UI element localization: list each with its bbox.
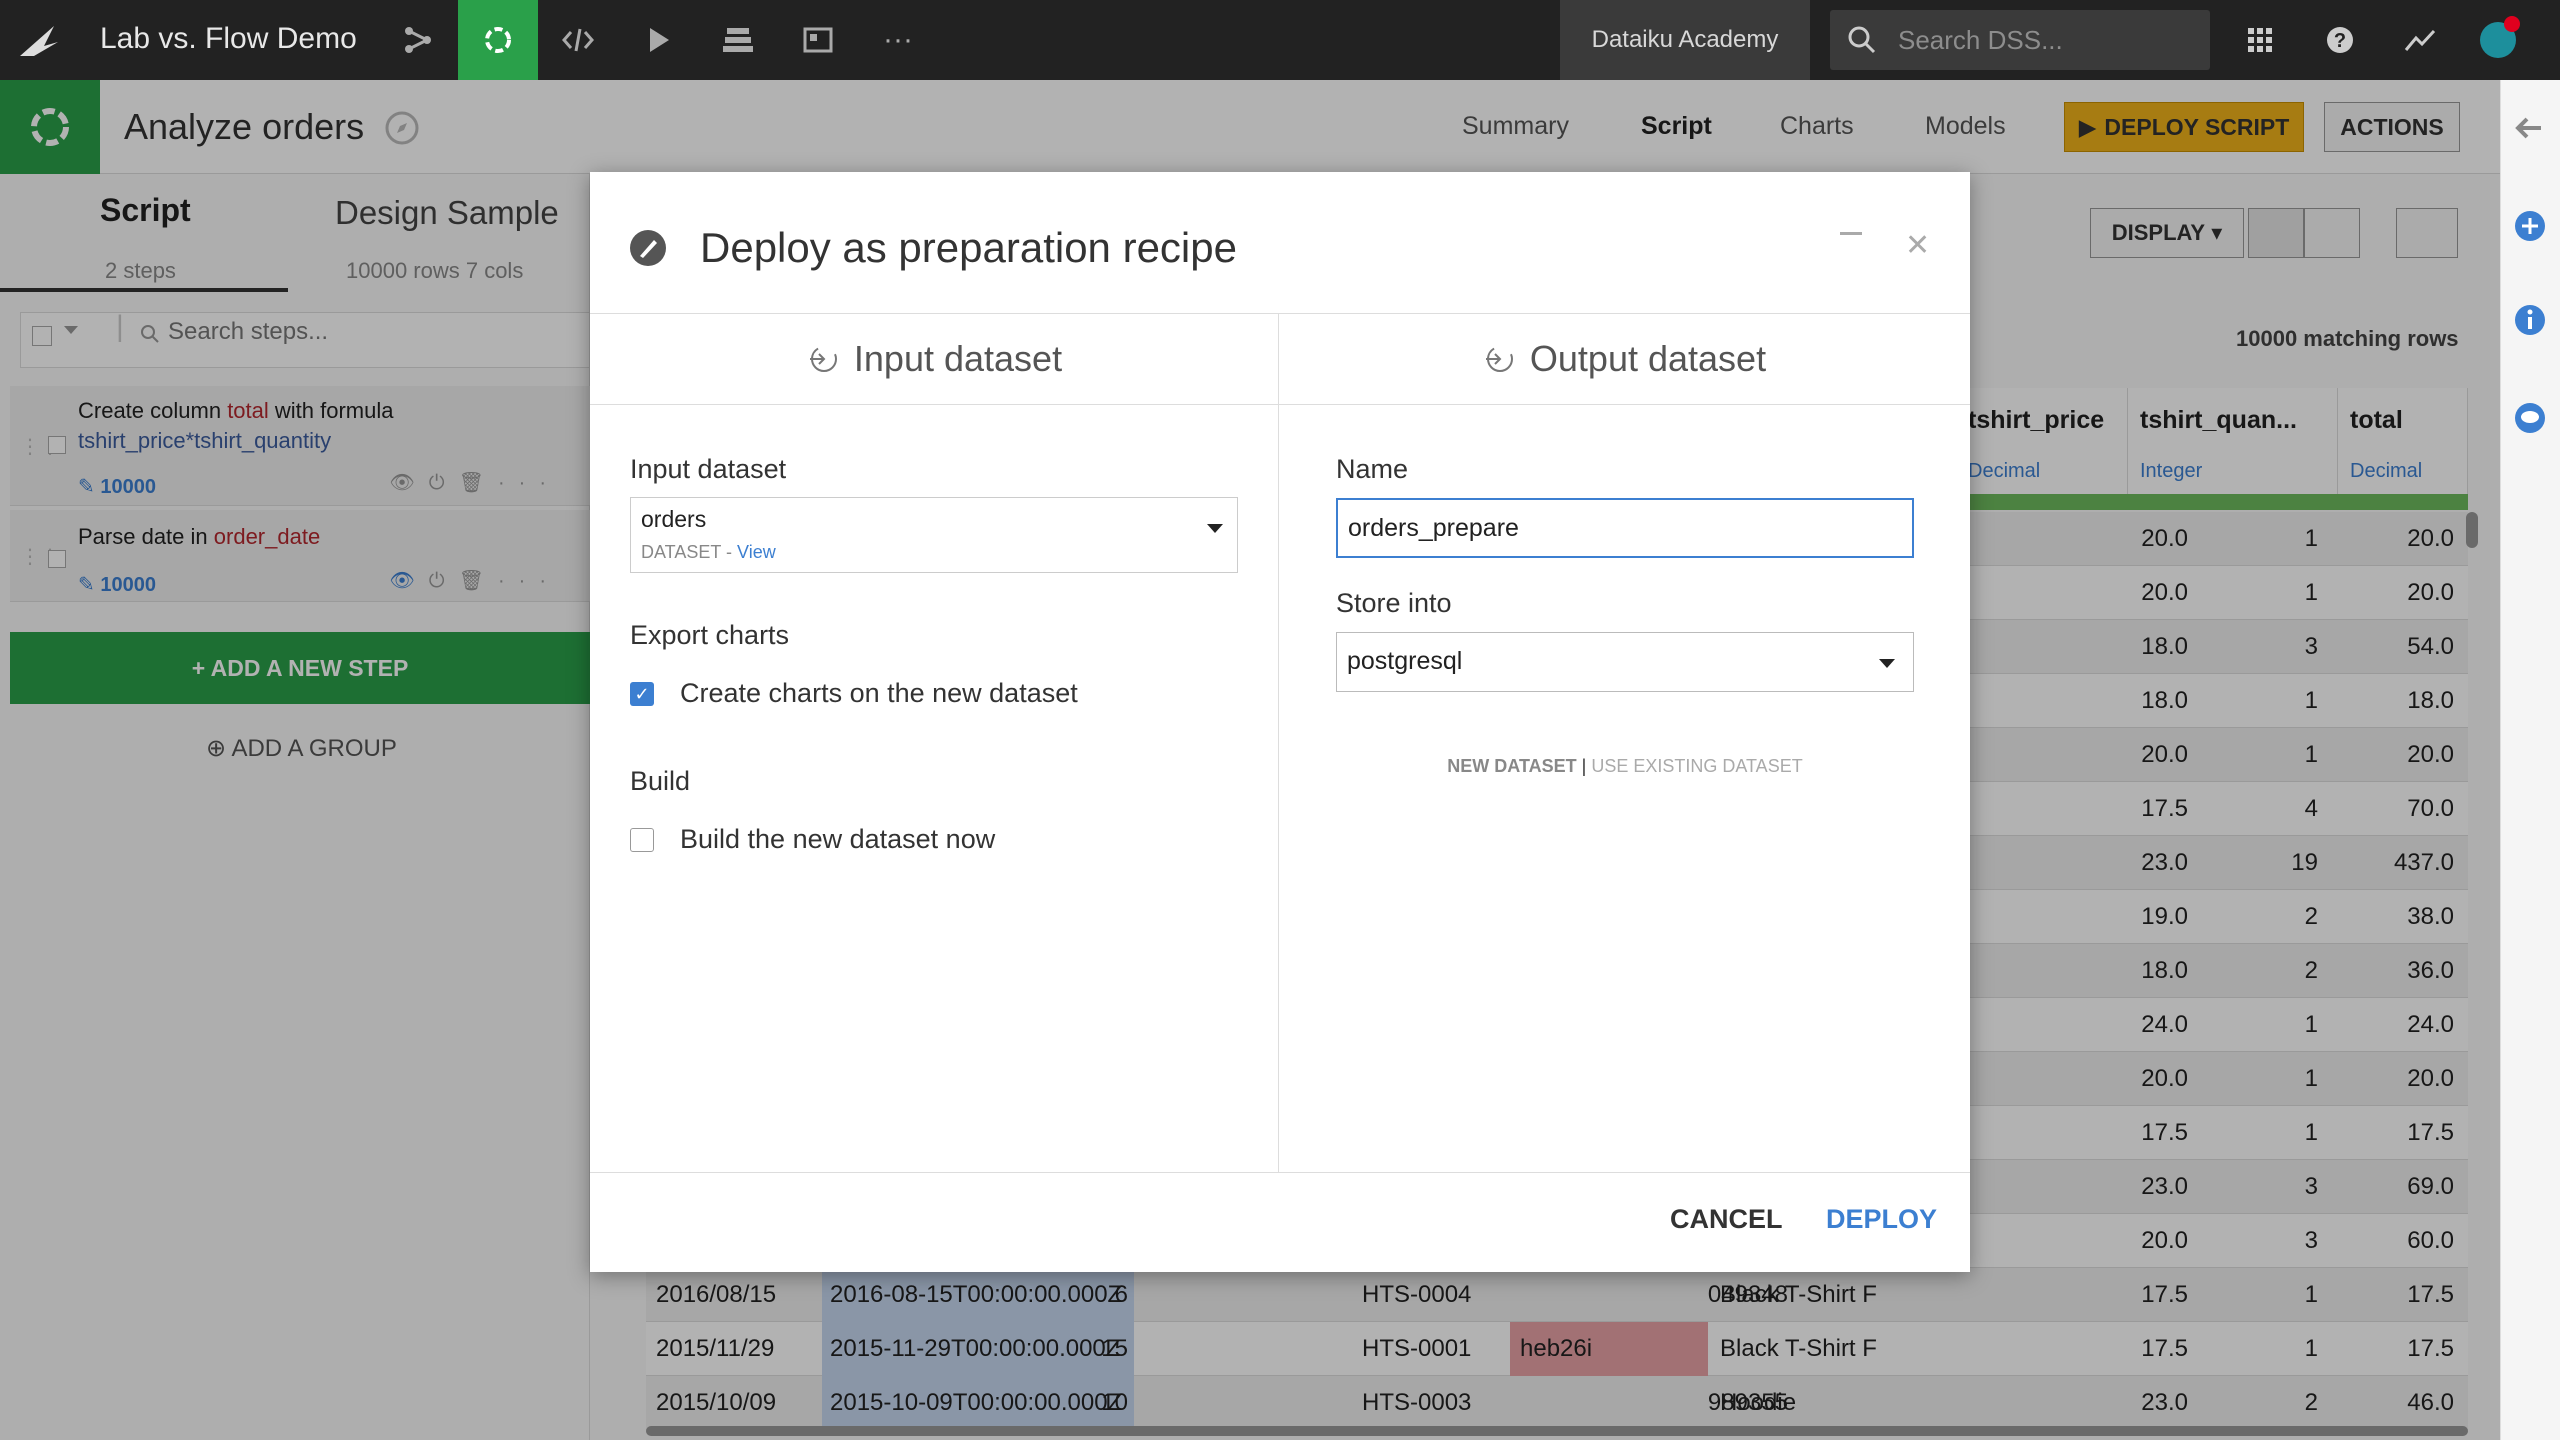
store-into-select[interactable]: postgresql — [1336, 632, 1914, 692]
dataset-mode-toggle: NEW DATASET | USE EXISTING DATASET — [1336, 756, 1914, 777]
export-charts-label: Export charts — [630, 620, 790, 650]
use-existing-option[interactable]: USE EXISTING DATASET — [1591, 756, 1802, 776]
view-link[interactable]: View — [737, 542, 776, 562]
dataset-type: DATASET — [641, 542, 722, 562]
code-icon[interactable] — [538, 0, 618, 80]
divider — [590, 404, 1970, 405]
academy-link[interactable]: Dataiku Academy — [1560, 0, 1810, 80]
input-dataset-section-header: Input dataset — [590, 314, 1278, 404]
section-title: Output dataset — [1529, 338, 1767, 379]
input-dataset-select[interactable]: orders DATASET - View — [630, 497, 1238, 573]
caret-down-icon — [1879, 659, 1895, 668]
store-into-label: Store into — [1336, 588, 1452, 618]
notification-dot — [2504, 16, 2520, 32]
sign-in-icon — [1485, 346, 1513, 372]
chat-icon[interactable] — [2504, 392, 2556, 444]
new-dataset-option[interactable]: NEW DATASET — [1447, 756, 1576, 776]
selected-value: orders — [641, 506, 707, 532]
divider: | — [1581, 756, 1587, 776]
close-icon[interactable]: ✕ — [1905, 228, 1930, 263]
right-rail — [2500, 80, 2560, 1440]
selected-value: postgresql — [1347, 647, 1463, 675]
build-now-label[interactable]: Build the new dataset now — [680, 824, 995, 855]
dataset-sub: DATASET - View — [641, 542, 776, 562]
dataiku-bird-logo-icon[interactable] — [14, 16, 64, 66]
global-search-input[interactable]: Search DSS... — [1830, 10, 2210, 70]
play-icon[interactable] — [618, 0, 698, 80]
divider — [1278, 314, 1279, 1172]
output-dataset-section-header: Output dataset — [1278, 314, 1970, 404]
create-charts-label[interactable]: Create charts on the new dataset — [680, 678, 1078, 709]
lab-icon[interactable] — [458, 0, 538, 80]
trend-icon[interactable] — [2380, 0, 2460, 80]
more-icon[interactable]: ··· — [858, 0, 938, 80]
dashboard-icon[interactable] — [778, 0, 858, 80]
build-now-checkbox[interactable] — [630, 828, 654, 852]
arrow-left-icon[interactable] — [2504, 102, 2556, 154]
section-title: Input dataset — [853, 338, 1063, 379]
create-charts-checkbox[interactable]: ✓ — [630, 682, 654, 706]
search-icon — [1848, 26, 1876, 54]
output-name-input[interactable] — [1336, 498, 1914, 558]
modal-title: Deploy as preparation recipe — [700, 224, 1237, 271]
sign-in-icon — [809, 346, 837, 372]
build-label: Build — [630, 766, 691, 796]
flow-icon[interactable] — [378, 0, 458, 80]
divider — [590, 1172, 1970, 1173]
stack-icon[interactable] — [698, 0, 778, 80]
plus-circle-icon[interactable] — [2504, 200, 2556, 252]
name-label: Name — [1336, 454, 1409, 484]
minimize-icon[interactable] — [1840, 232, 1862, 235]
recipe-brush-icon — [628, 228, 668, 268]
cancel-button[interactable]: CANCEL — [1670, 1204, 1783, 1235]
project-title[interactable]: Lab vs. Flow Demo — [100, 22, 357, 56]
apps-grid-icon[interactable] — [2220, 0, 2300, 80]
input-dataset-label: Input dataset — [630, 454, 787, 484]
search-placeholder: Search DSS... — [1898, 25, 2063, 55]
caret-down-icon — [1207, 524, 1223, 533]
deploy-button[interactable]: DEPLOY — [1826, 1204, 1937, 1235]
svg-text:?: ? — [2334, 30, 2346, 52]
info-icon[interactable] — [2504, 294, 2556, 346]
help-icon[interactable]: ? — [2300, 0, 2380, 80]
